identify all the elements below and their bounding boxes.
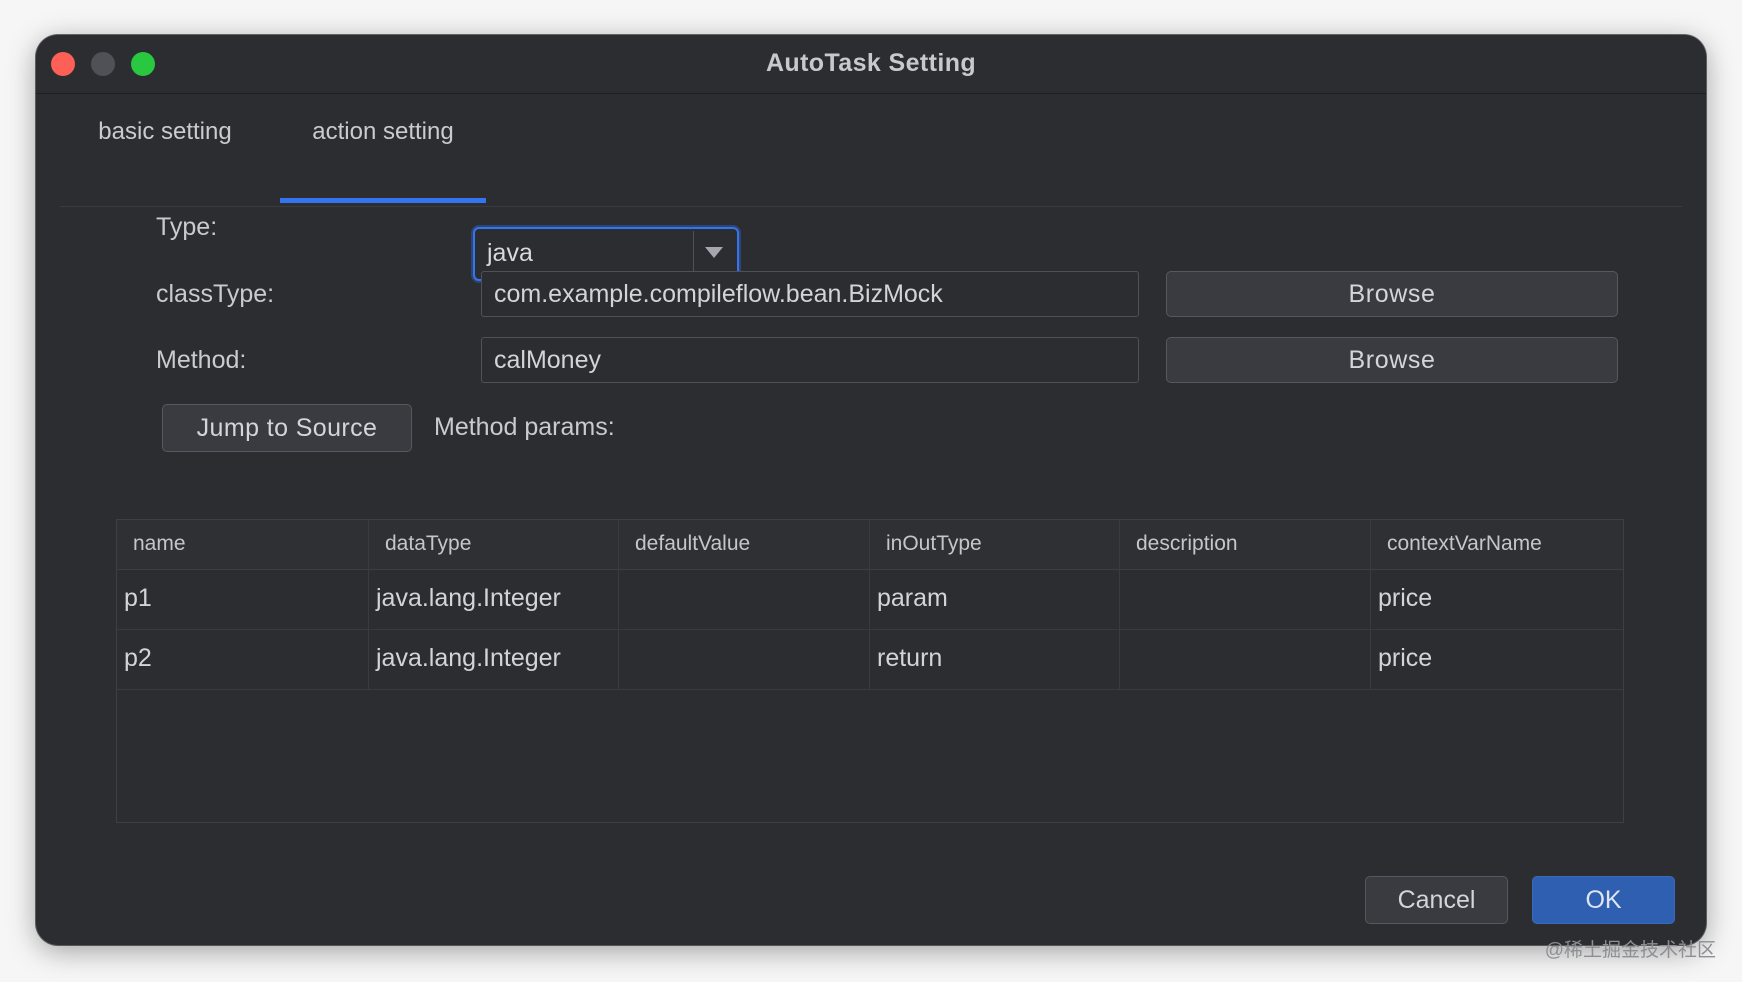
- ok-button[interactable]: OK: [1532, 876, 1675, 924]
- type-label: Type:: [156, 213, 218, 241]
- table-cell-description[interactable]: [1120, 569, 1371, 629]
- table-cell-inouttype[interactable]: param: [870, 569, 1120, 629]
- table-header: name dataType defaultValue inOutType des…: [117, 520, 1623, 570]
- dialog-title: AutoTask Setting: [765, 49, 977, 77]
- type-select-value: java: [487, 239, 533, 267]
- classtype-label: classType:: [156, 280, 275, 308]
- column-header-defaultvalue[interactable]: defaultValue: [619, 520, 870, 569]
- column-header-datatype[interactable]: dataType: [369, 520, 619, 569]
- browse-classtype-button[interactable]: Browse: [1166, 271, 1618, 317]
- table-cell-name[interactable]: p1: [117, 569, 369, 629]
- tab-bar: basic setting action setting: [60, 93, 1682, 207]
- table-cell-defaultvalue[interactable]: [619, 629, 870, 689]
- watermark: @稀土掘金技术社区: [1544, 940, 1716, 961]
- method-params-table: name dataType defaultValue inOutType des…: [116, 519, 1624, 823]
- table-cell-inouttype[interactable]: return: [870, 629, 1120, 689]
- table-row[interactable]: p2 java.lang.Integer return price: [117, 629, 1623, 690]
- column-header-contextvarname[interactable]: contextVarName: [1371, 520, 1623, 569]
- chevron-down-icon[interactable]: [705, 247, 723, 258]
- cancel-button[interactable]: Cancel: [1365, 876, 1508, 924]
- table-cell-name[interactable]: p2: [117, 629, 369, 689]
- tab-basic-setting[interactable]: basic setting: [60, 93, 270, 205]
- table-cell-defaultvalue[interactable]: [619, 569, 870, 629]
- table-cell-description[interactable]: [1120, 629, 1371, 689]
- classtype-input[interactable]: com.example.compileflow.bean.BizMock: [481, 271, 1139, 317]
- table-cell-contextvarname[interactable]: price: [1371, 569, 1623, 629]
- title-bar: AutoTask Setting: [36, 35, 1706, 94]
- column-header-name[interactable]: name: [117, 520, 369, 569]
- table-row[interactable]: p1 java.lang.Integer param price: [117, 569, 1623, 630]
- method-label: Method:: [156, 346, 247, 374]
- table-cell-datatype[interactable]: java.lang.Integer: [369, 569, 619, 629]
- method-params-label: Method params:: [434, 413, 615, 441]
- method-input[interactable]: calMoney: [481, 337, 1139, 383]
- column-header-inouttype[interactable]: inOutType: [870, 520, 1120, 569]
- table-cell-datatype[interactable]: java.lang.Integer: [369, 629, 619, 689]
- table-cell-contextvarname[interactable]: price: [1371, 629, 1623, 689]
- browse-method-button[interactable]: Browse: [1166, 337, 1618, 383]
- autotask-setting-dialog: AutoTask Setting basic setting action se…: [36, 35, 1706, 945]
- column-header-description[interactable]: description: [1120, 520, 1371, 569]
- jump-to-source-button[interactable]: Jump to Source: [162, 404, 412, 452]
- tab-action-setting[interactable]: action setting: [280, 93, 486, 205]
